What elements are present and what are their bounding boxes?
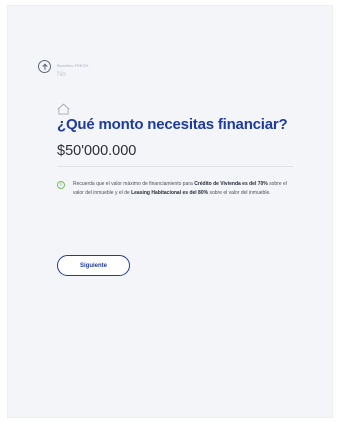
amount-input[interactable]: $50'000.000 [57, 143, 136, 159]
previous-step-value: No [57, 71, 66, 78]
info-note: i Recuerda que el valor máximo de financ… [57, 180, 293, 197]
previous-step-label: Beneficio FRECH [57, 63, 89, 68]
info-text: Recuerda que el valor máximo de financia… [73, 180, 293, 197]
arrow-up-icon[interactable] [38, 60, 51, 73]
info-bold-leasing: Leasing Habitacional es del 80% [131, 189, 209, 196]
info-bold-credit: Crédito de Vivienda es del 70% [194, 181, 268, 187]
next-button[interactable]: Siguiente [57, 255, 130, 276]
amount-underline [57, 166, 293, 167]
form-card: Beneficio FRECH No [7, 5, 333, 418]
info-text-part-1: Recuerda que el valor máximo de financia… [73, 181, 195, 187]
house-icon [57, 103, 70, 115]
previous-step-summary[interactable]: Beneficio FRECH No [38, 59, 88, 79]
info-icon: i [57, 181, 65, 189]
question-title: ¿Qué monto necesitas financiar? [57, 116, 288, 133]
info-text-part-3: sobre el valor del inmueble. [208, 189, 271, 196]
